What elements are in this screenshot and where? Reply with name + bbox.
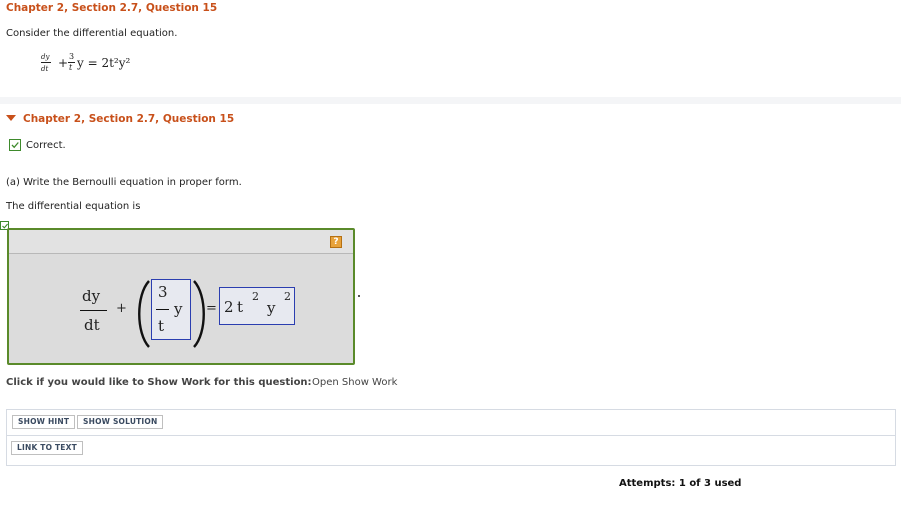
question-title: Chapter 2, Section 2.7, Question 15 [6,2,218,14]
section-divider [0,97,901,104]
status-text: Correct. [26,140,66,151]
hint-panel: SHOW HINT SHOW SOLUTION [6,409,896,436]
show-solution-button[interactable]: SHOW SOLUTION [77,415,164,429]
open-show-work-link[interactable]: Open Show Work [312,377,397,388]
problem-frac-bar [41,62,51,63]
collapse-triangle-icon[interactable] [6,115,16,121]
answer-plus: + [116,301,127,316]
part-a-text: (a) Write the Bernoulli equation in prop… [6,177,242,188]
section-title[interactable]: Chapter 2, Section 2.7, Question 15 [23,113,234,125]
rhs-t-exponent: 2 [252,290,259,303]
link-to-text-button[interactable]: LINK TO TEXT [11,441,83,455]
answer-dy: dy [82,287,101,305]
dot-marker [358,295,360,297]
problem-equation: dy dt + 3 t y = 2t²y² [38,52,148,82]
answer-inner-frac-bar [156,309,169,310]
intro-text: Consider the differential equation. [6,28,178,39]
answer-frac-num: 3 [158,283,168,301]
rhs-y-exponent: 2 [284,290,291,303]
problem-plus: + [58,56,69,70]
show-work-prompt: Click if you would like to Show Work for… [6,377,312,388]
rhs-coef: 2 [224,298,234,316]
rhs-input-box[interactable]: 2 t 2 y 2 [219,287,295,325]
answer-frac-den: t [158,317,165,335]
answer-equals: = [206,301,217,316]
rhs-t: t [237,298,244,316]
answer-dt: dt [84,316,100,334]
attempts-text: Attempts: 1 of 3 used [619,478,742,489]
answer-var: y [174,300,183,318]
problem-dy: dy [41,53,50,61]
equation-toolbar [9,230,353,254]
fraction-input-box[interactable]: 3 t y [151,279,191,340]
problem-coef-num: 3 [69,52,75,61]
link-panel: LINK TO TEXT [6,435,896,466]
equation-editor[interactable]: ? dy dt + 3 t y = 2 t 2 y 2 [7,228,355,365]
rhs-y: y [267,299,276,317]
problem-rhs: y = 2t²y² [77,56,131,70]
problem-coef-den: t [69,63,73,72]
answer-frac-bar [80,310,107,311]
prompt-text: The differential equation is [6,201,141,212]
answer-expression: dy dt + 3 t y = 2 t 2 y 2 [9,253,353,363]
help-icon[interactable]: ? [330,236,342,248]
correct-check-icon [9,139,21,151]
problem-dt: dt [41,65,49,73]
show-hint-button[interactable]: SHOW HINT [12,415,76,429]
left-paren-icon [138,280,150,348]
